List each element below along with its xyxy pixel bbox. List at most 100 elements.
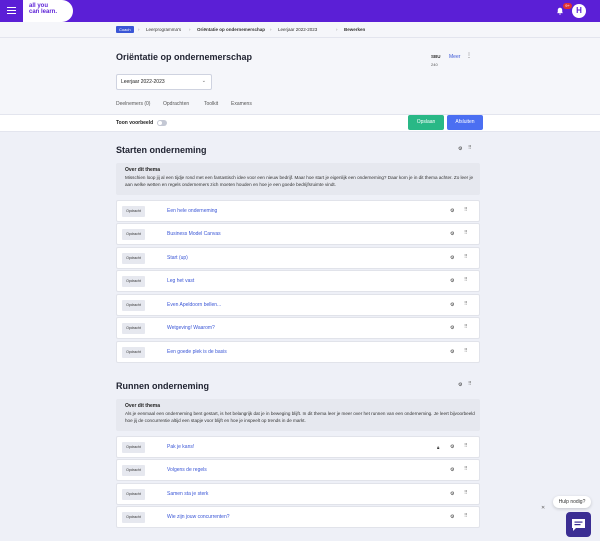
- list-item[interactable]: Opdracht Een goede plek is de basis ⚙ ⠿: [116, 341, 480, 363]
- preview-toggle[interactable]: [157, 120, 167, 126]
- close-button[interactable]: Afsluiten: [447, 115, 483, 130]
- drag-handle-icon[interactable]: ⠿: [468, 146, 472, 151]
- gear-icon[interactable]: ⚙: [458, 383, 462, 388]
- item-type-badge: Opdracht: [122, 442, 145, 453]
- avatar[interactable]: H: [572, 4, 586, 18]
- list-item[interactable]: Opdracht Volgens de regels ⚙ ⠿: [116, 459, 480, 481]
- drag-handle-icon[interactable]: ⠿: [464, 467, 468, 472]
- gear-icon[interactable]: ⚙: [450, 445, 454, 450]
- year-select[interactable]: Leerjaar 2022-2023 ⌄: [116, 74, 212, 90]
- gear-icon[interactable]: ⚙: [450, 209, 454, 214]
- gear-icon[interactable]: ⚙: [450, 326, 454, 331]
- theme-description-heading: Over dit thema: [125, 167, 161, 173]
- drag-handle-icon[interactable]: ⠿: [464, 208, 468, 213]
- menu-icon[interactable]: [7, 7, 16, 15]
- sbu-value: 240: [431, 62, 438, 67]
- breadcrumb-item-year[interactable]: Leerjaar 2022-2023: [278, 27, 317, 33]
- theme-description: Over dit thema Als je eenmaal een ondern…: [116, 399, 480, 431]
- breadcrumb-item-course[interactable]: Oriëntatie op ondernemerschap: [197, 27, 265, 33]
- item-name-link[interactable]: Wie zijn jouw concurrenten?: [167, 514, 230, 520]
- main-content: Starten onderneming ⚙ ⠿ Over dit thema M…: [0, 132, 600, 541]
- tab-examens[interactable]: Examens: [231, 101, 252, 107]
- bell-icon[interactable]: [556, 7, 564, 15]
- list-item[interactable]: Opdracht Even Apeldoorn bellen... ⚙ ⠿: [116, 294, 480, 316]
- list-item[interactable]: Opdracht Pak je kans! 🔒︎ ⚙ ⠿: [116, 436, 480, 458]
- top-navigation-bar: all you can learn. 9+ H: [0, 0, 600, 22]
- chat-icon: [572, 519, 585, 531]
- list-item[interactable]: Opdracht Start (up) ⚙ ⠿: [116, 247, 480, 269]
- drag-handle-icon[interactable]: ⠿: [464, 231, 468, 236]
- item-name-link[interactable]: Even Apeldoorn bellen...: [167, 302, 221, 308]
- gear-icon[interactable]: ⚙: [458, 147, 462, 152]
- drag-handle-icon[interactable]: ⠿: [464, 491, 468, 496]
- list-item[interactable]: Opdracht Samen sta je sterk ⚙ ⠿: [116, 483, 480, 505]
- item-name-link[interactable]: Business Model Canvas: [167, 231, 221, 237]
- gear-icon[interactable]: ⚙: [450, 279, 454, 284]
- drag-handle-icon[interactable]: ⠿: [464, 444, 468, 449]
- item-name-link[interactable]: Een hele onderneming: [167, 208, 217, 214]
- theme-description-text: Als je eenmaal een onderneming bent gest…: [125, 411, 475, 423]
- tab-opdrachten[interactable]: Opdrachten: [163, 101, 189, 107]
- item-type-badge: Opdracht: [122, 489, 145, 500]
- drag-handle-icon[interactable]: ⠿: [464, 514, 468, 519]
- item-type-badge: Opdracht: [122, 253, 145, 264]
- item-name-link[interactable]: Leg het vast: [167, 278, 194, 284]
- action-bar: Toon voorbeeld Opslaan Afsluiten: [0, 114, 600, 132]
- save-button[interactable]: Opslaan: [408, 115, 444, 130]
- gear-icon[interactable]: ⚙: [450, 468, 454, 473]
- chevron-right-icon: ›: [270, 27, 272, 32]
- chevron-right-icon: ›: [336, 27, 338, 32]
- item-name-link[interactable]: Samen sta je sterk: [167, 491, 208, 497]
- item-name-link[interactable]: Volgens de regels: [167, 467, 207, 473]
- drag-handle-icon[interactable]: ⠿: [468, 382, 472, 387]
- drag-handle-icon[interactable]: ⠿: [464, 325, 468, 330]
- list-item[interactable]: Opdracht Business Model Canvas ⚙ ⠿: [116, 223, 480, 245]
- drag-handle-icon[interactable]: ⠿: [464, 349, 468, 354]
- gear-icon[interactable]: ⚙: [450, 350, 454, 355]
- sbu-label: SBU: [431, 54, 441, 59]
- list-item[interactable]: Opdracht Wie zijn jouw concurrenten? ⚙ ⠿: [116, 506, 480, 528]
- help-prompt[interactable]: Hulp nodig?: [553, 496, 591, 508]
- chevron-right-icon: ›: [189, 27, 191, 32]
- logo-line-2: can learn.: [29, 9, 58, 15]
- breadcrumb-item-edit: Bewerken: [344, 27, 366, 32]
- item-type-badge: Opdracht: [122, 347, 145, 358]
- more-button[interactable]: Meer: [449, 54, 460, 60]
- gear-icon[interactable]: ⚙: [450, 515, 454, 520]
- item-type-badge: Opdracht: [122, 465, 145, 476]
- breadcrumb-home[interactable]: Coach: [116, 26, 134, 33]
- more-options-icon[interactable]: ⋮: [466, 53, 472, 59]
- tab-toolkit[interactable]: Toolkit: [204, 101, 218, 107]
- theme-description-heading: Over dit thema: [125, 403, 161, 409]
- gear-icon[interactable]: ⚙: [450, 256, 454, 261]
- page-header: Oriëntatie op ondernemerschap SBU 240 Me…: [0, 38, 600, 114]
- item-type-badge: Opdracht: [122, 300, 145, 311]
- section-title: Runnen onderneming: [116, 381, 209, 391]
- theme-description: Over dit thema Misschien loop jij al een…: [116, 163, 480, 195]
- item-name-link[interactable]: Pak je kans!: [167, 444, 194, 450]
- drag-handle-icon[interactable]: ⠿: [464, 278, 468, 283]
- gear-icon[interactable]: ⚙: [450, 492, 454, 497]
- gear-icon[interactable]: ⚙: [450, 232, 454, 237]
- tab-deelnemers[interactable]: Deelnemers (0): [116, 101, 150, 107]
- theme-description-text: Misschien loop jij al een tijdje rond me…: [125, 175, 474, 187]
- breadcrumb-item-programs[interactable]: Leerprogramma's: [146, 27, 181, 33]
- chat-button[interactable]: [566, 512, 591, 537]
- list-item[interactable]: Opdracht Wetgeving! Waarom? ⚙ ⠿: [116, 317, 480, 339]
- item-type-badge: Opdracht: [122, 206, 145, 217]
- item-name-link[interactable]: Een goede plek is de basis: [167, 349, 227, 355]
- item-name-link[interactable]: Wetgeving! Waarom?: [167, 325, 215, 331]
- item-type-badge: Opdracht: [122, 512, 145, 523]
- brand-logo[interactable]: all you can learn.: [23, 0, 73, 22]
- item-name-link[interactable]: Start (up): [167, 255, 188, 261]
- item-type-badge: Opdracht: [122, 276, 145, 287]
- list-item[interactable]: Opdracht Een hele onderneming ⚙ ⠿: [116, 200, 480, 222]
- lock-icon: 🔒︎: [437, 445, 440, 450]
- section-title: Starten onderneming: [116, 145, 207, 155]
- item-type-badge: Opdracht: [122, 229, 145, 240]
- drag-handle-icon[interactable]: ⠿: [464, 255, 468, 260]
- list-item[interactable]: Opdracht Leg het vast ⚙ ⠿: [116, 270, 480, 292]
- gear-icon[interactable]: ⚙: [450, 303, 454, 308]
- close-icon[interactable]: ✕: [541, 505, 545, 511]
- drag-handle-icon[interactable]: ⠿: [464, 302, 468, 307]
